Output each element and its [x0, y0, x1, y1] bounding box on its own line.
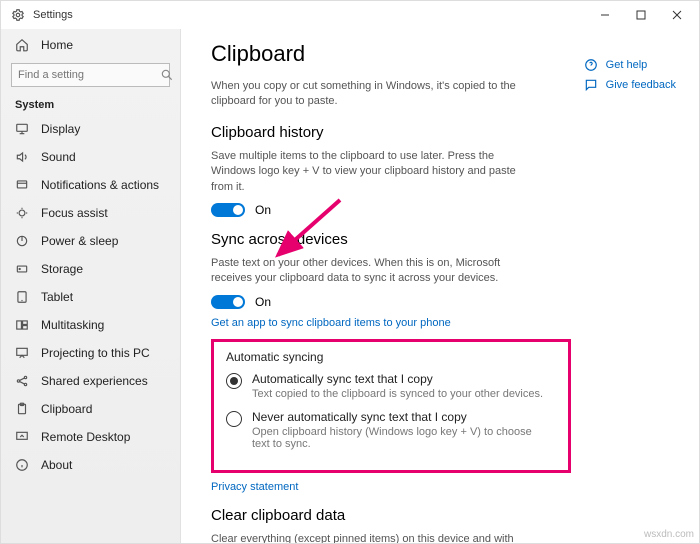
- remote-icon: [15, 430, 29, 444]
- radio-auto-sync[interactable]: [226, 373, 242, 389]
- sidebar-item-remote[interactable]: Remote Desktop: [1, 423, 180, 451]
- nav-label: Notifications & actions: [41, 178, 159, 192]
- sidebar-item-projecting[interactable]: Projecting to this PC: [1, 339, 180, 367]
- automatic-syncing-group: Automatic syncing Automatically sync tex…: [211, 339, 571, 473]
- radio-never-sub: Open clipboard history (Windows logo key…: [252, 426, 552, 450]
- home-icon: [15, 38, 29, 52]
- settings-app-icon: [11, 8, 25, 22]
- give-feedback-link[interactable]: Give feedback: [584, 78, 676, 92]
- sound-icon: [15, 150, 29, 164]
- sidebar-item-display[interactable]: Display: [1, 115, 180, 143]
- sidebar-item-clipboard[interactable]: Clipboard: [1, 395, 180, 423]
- nav-label: Clipboard: [41, 402, 92, 416]
- content-area: Clipboard When you copy or cut something…: [181, 29, 699, 543]
- search-icon: [160, 68, 174, 82]
- feedback-label: Give feedback: [606, 79, 676, 91]
- sync-app-link[interactable]: Get an app to sync clipboard items to yo…: [211, 317, 669, 329]
- multitasking-icon: [15, 318, 29, 332]
- history-desc: Save multiple items to the clipboard to …: [211, 149, 531, 195]
- minimize-button[interactable]: [587, 1, 623, 29]
- display-icon: [15, 122, 29, 136]
- nav-label: Storage: [41, 262, 83, 276]
- get-help-link[interactable]: Get help: [584, 58, 676, 72]
- sidebar-item-about[interactable]: About: [1, 451, 180, 479]
- maximize-button[interactable]: [623, 1, 659, 29]
- nav-label: Remote Desktop: [41, 430, 130, 444]
- help-links: Get help Give feedback: [584, 58, 676, 98]
- titlebar: Settings: [1, 1, 699, 29]
- sidebar-section-label: System: [1, 93, 180, 115]
- feedback-icon: [584, 78, 598, 92]
- focus-icon: [15, 206, 29, 220]
- nav-label: Display: [41, 122, 80, 136]
- sidebar-item-storage[interactable]: Storage: [1, 255, 180, 283]
- privacy-link[interactable]: Privacy statement: [211, 481, 669, 493]
- about-icon: [15, 458, 29, 472]
- clipboard-icon: [15, 402, 29, 416]
- history-toggle-label: On: [255, 203, 271, 217]
- watermark: wsxdn.com: [644, 529, 694, 540]
- nav-label: Sound: [41, 150, 76, 164]
- radio-auto-sub: Text copied to the clipboard is synced t…: [252, 388, 543, 400]
- sidebar: Home System Display Sound Notifications …: [1, 29, 181, 543]
- notifications-icon: [15, 178, 29, 192]
- tablet-icon: [15, 290, 29, 304]
- projecting-icon: [15, 346, 29, 360]
- nav-label: About: [41, 458, 72, 472]
- window-title: Settings: [33, 9, 73, 21]
- nav-label: Tablet: [41, 290, 73, 304]
- radio-never-label: Never automatically sync text that I cop…: [252, 410, 552, 424]
- sync-toggle-label: On: [255, 295, 271, 309]
- close-button[interactable]: [659, 1, 695, 29]
- sidebar-item-shared[interactable]: Shared experiences: [1, 367, 180, 395]
- nav-label: Shared experiences: [41, 374, 148, 388]
- page-intro: When you copy or cut something in Window…: [211, 79, 531, 110]
- sync-desc: Paste text on your other devices. When t…: [211, 256, 531, 287]
- history-heading: Clipboard history: [211, 124, 669, 141]
- radio-auto-label: Automatically sync text that I copy: [252, 372, 543, 386]
- sidebar-item-tablet[interactable]: Tablet: [1, 283, 180, 311]
- help-icon: [584, 58, 598, 72]
- shared-icon: [15, 374, 29, 388]
- sidebar-item-sound[interactable]: Sound: [1, 143, 180, 171]
- sidebar-home[interactable]: Home: [1, 31, 180, 59]
- auto-sync-heading: Automatic syncing: [226, 350, 556, 364]
- nav-label: Power & sleep: [41, 234, 118, 248]
- clear-heading: Clear clipboard data: [211, 507, 669, 524]
- sync-toggle[interactable]: [211, 295, 245, 309]
- clear-desc: Clear everything (except pinned items) o…: [211, 532, 531, 543]
- sidebar-item-multitasking[interactable]: Multitasking: [1, 311, 180, 339]
- radio-never-sync[interactable]: [226, 411, 242, 427]
- search-input[interactable]: [11, 63, 170, 87]
- sidebar-item-focus-assist[interactable]: Focus assist: [1, 199, 180, 227]
- nav-label: Focus assist: [41, 206, 108, 220]
- sync-heading: Sync across devices: [211, 231, 669, 248]
- nav-label: Multitasking: [41, 318, 104, 332]
- sidebar-item-notifications[interactable]: Notifications & actions: [1, 171, 180, 199]
- sidebar-home-label: Home: [41, 38, 73, 52]
- storage-icon: [15, 262, 29, 276]
- power-icon: [15, 234, 29, 248]
- sidebar-item-power[interactable]: Power & sleep: [1, 227, 180, 255]
- history-toggle[interactable]: [211, 203, 245, 217]
- nav-label: Projecting to this PC: [41, 346, 150, 360]
- get-help-label: Get help: [606, 59, 648, 71]
